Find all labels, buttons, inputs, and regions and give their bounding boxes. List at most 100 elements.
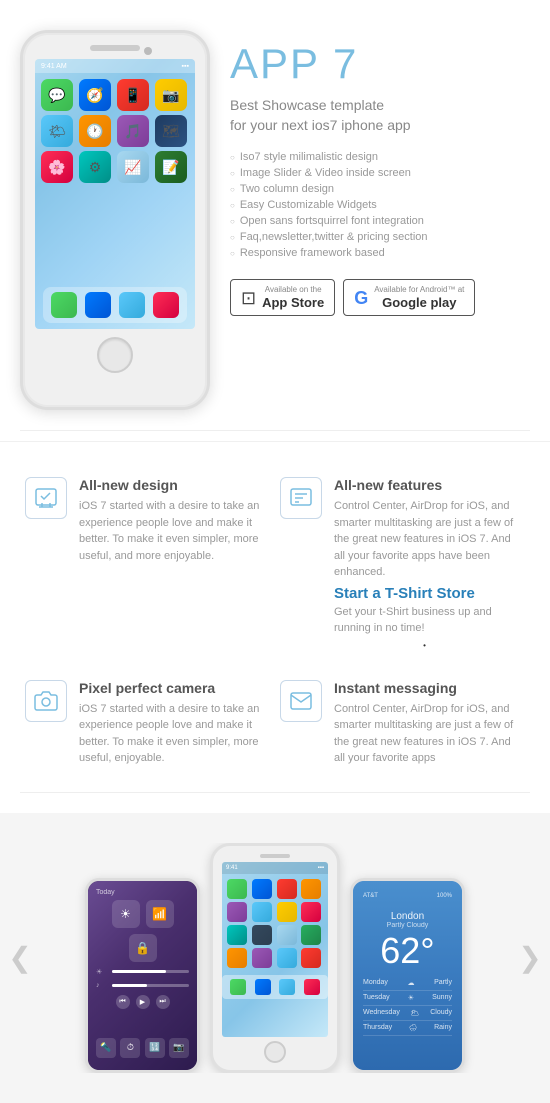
googleplay-avail-text: Available for Android™ at xyxy=(374,285,464,295)
camera-icon-box xyxy=(25,680,67,722)
cs-icon-1 xyxy=(227,879,247,899)
cs-icon-4 xyxy=(301,879,321,899)
dock-messages xyxy=(51,292,77,318)
appstore-icon: ⊡ xyxy=(241,289,256,307)
messaging-title: Instant messaging xyxy=(334,680,515,696)
feature-7: Responsive framework based xyxy=(230,245,530,261)
cs-icon-14 xyxy=(252,948,272,968)
features-desc: Control Center, AirDrop for iOS, and sma… xyxy=(334,498,515,581)
brightness-fill xyxy=(112,970,166,973)
promo-dot: • xyxy=(334,641,515,650)
cs-icon-7 xyxy=(277,902,297,922)
dock-music xyxy=(153,292,179,318)
slider-section: ❮ Today ☀ 📶 🔒 ☀ xyxy=(0,813,550,1103)
store-buttons-group: ⊡ Available on the App Store G Available… xyxy=(230,279,530,316)
battery-icon: ▪▪▪ xyxy=(182,63,189,70)
feature-item-features: All-new features Control Center, AirDrop… xyxy=(275,462,530,665)
play-pause: ▶ xyxy=(136,995,150,1009)
app-icon-camera: 📷 xyxy=(155,79,187,111)
slider-volume: ♪ xyxy=(96,982,189,989)
app-icon-maps: 🗺 xyxy=(155,115,187,147)
feature-2: Image Slider & Video inside screen xyxy=(230,165,530,181)
phone-mockup: 9:41 AM ▪▪▪ 💬 🧭 📱 📷 🌤 🕐 🎵 🗺 🌸 ⚙ 📈 📝 xyxy=(20,30,210,410)
cs-icon-8 xyxy=(301,902,321,922)
app-icon-messages: 💬 xyxy=(41,79,73,111)
phone-screen: 9:41 AM ▪▪▪ 💬 🧭 📱 📷 🌤 🕐 🎵 🗺 🌸 ⚙ 📈 📝 xyxy=(35,59,195,329)
weather-battery: 100% xyxy=(437,893,452,903)
appstore-button[interactable]: ⊡ Available on the App Store xyxy=(230,279,335,316)
cs-icon-12 xyxy=(301,925,321,945)
hero-subtitle: Best Showcase template for your next ios… xyxy=(230,96,530,135)
center-dock xyxy=(222,975,328,999)
playback-controls: ⏮ ▶ ⏭ xyxy=(96,995,189,1009)
design-icon-box xyxy=(25,477,67,519)
flashlight-icon: 🔦 xyxy=(96,1038,116,1058)
control-center-content: Today ☀ 📶 🔒 ☀ ♪ xyxy=(88,881,197,1017)
home-button xyxy=(97,337,133,373)
weather-row-2: Tuesday ☀ Sunny xyxy=(363,994,452,1006)
features-list: Iso7 style milimalistic design Image Sli… xyxy=(230,149,530,261)
volume-track xyxy=(112,984,189,987)
cs-icon-6 xyxy=(252,902,272,922)
center-dock-4 xyxy=(304,979,320,995)
weather-forecast: Monday ☁ Partly Tuesday ☀ Sunny Wednesda… xyxy=(363,979,452,1036)
divider-1 xyxy=(20,430,530,431)
appstore-avail-text: Available on the xyxy=(262,285,324,295)
feature-item-design: All-new design iOS 7 started with a desi… xyxy=(20,462,275,665)
weather-condition: Partly Cloudy xyxy=(363,922,452,929)
promo-link[interactable]: Start a T-Shirt Store xyxy=(334,585,515,602)
center-dock-1 xyxy=(230,979,246,995)
cs-icon-16 xyxy=(301,948,321,968)
googleplay-button[interactable]: G Available for Android™ at Google play xyxy=(343,279,475,316)
app-icon-weather: 🌤 xyxy=(41,115,73,147)
camera-desc: iOS 7 started with a desire to take an e… xyxy=(79,701,260,767)
prev-arrow[interactable]: ❮ xyxy=(0,938,40,978)
bottom-control-icons: 🔦 ⏱ 🔢 📷 xyxy=(88,1034,197,1062)
phone-speaker xyxy=(90,45,140,51)
appstore-label: Available on the App Store xyxy=(262,285,324,310)
hero-text-area: APP 7 Best Showcase template for your ne… xyxy=(230,30,530,316)
weather-statusbar: AT&T 100% xyxy=(363,893,452,903)
features-content: All-new features Control Center, AirDrop… xyxy=(334,477,515,650)
feature-5: Open sans fortsquirrel font integration xyxy=(230,213,530,229)
slider-phone-center: 9:41 ▪▪▪ xyxy=(210,843,340,1073)
features-icon-box xyxy=(280,477,322,519)
promo-sub: Get your t-Shirt business up and running… xyxy=(334,604,515,637)
center-time: 9:41 xyxy=(226,865,238,871)
cs-icon-9 xyxy=(227,925,247,945)
slider-phone-right: AT&T 100% London Partly Cloudy 62° Monda… xyxy=(350,878,465,1073)
dock-safari xyxy=(85,292,111,318)
weather-row-4: Thursday 🌧 Rainy xyxy=(363,1024,452,1036)
dock xyxy=(43,287,187,323)
app-icon-settings: ⚙ xyxy=(79,151,111,183)
timer-icon: ⏱ xyxy=(120,1038,140,1058)
camera-title: Pixel perfect camera xyxy=(79,680,260,696)
feature-4: Easy Customizable Widgets xyxy=(230,197,530,213)
weather-row-3: Wednesday 🌥 Cloudy xyxy=(363,1009,452,1021)
googleplay-label: Available for Android™ at Google play xyxy=(374,285,464,310)
volume-fill xyxy=(112,984,147,987)
app-grid: 💬 🧭 📱 📷 🌤 🕐 🎵 🗺 🌸 ⚙ 📈 📝 xyxy=(35,73,195,189)
design-content: All-new design iOS 7 started with a desi… xyxy=(79,477,260,650)
googleplay-name-text: Google play xyxy=(374,295,464,311)
app-icon-clock: 🕐 xyxy=(79,115,111,147)
camera-content: Pixel perfect camera iOS 7 started with … xyxy=(79,680,260,767)
next-arrow[interactable]: ❯ xyxy=(510,938,550,978)
messaging-desc: Control Center, AirDrop for iOS, and sma… xyxy=(334,701,515,767)
feature-1: Iso7 style milimalistic design xyxy=(230,149,530,165)
feature-3: Two column design xyxy=(230,181,530,197)
cs-icon-10 xyxy=(252,925,272,945)
weather-row-2-icon: ☀ xyxy=(408,994,414,1002)
hero-section: 9:41 AM ▪▪▪ 💬 🧭 📱 📷 🌤 🕐 🎵 🗺 🌸 ⚙ 📈 📝 xyxy=(0,0,550,430)
iphone-device: 9:41 AM ▪▪▪ 💬 🧭 📱 📷 🌤 🕐 🎵 🗺 🌸 ⚙ 📈 📝 xyxy=(20,30,210,410)
brightness-track xyxy=(112,970,189,973)
phone-camera xyxy=(144,47,152,55)
status-bar: 9:41 AM ▪▪▪ xyxy=(35,59,195,73)
center-status-bar: 9:41 ▪▪▪ xyxy=(222,862,328,874)
feature-6: Faq,newsletter,twitter & pricing section xyxy=(230,229,530,245)
app-icon-photos: 🌸 xyxy=(41,151,73,183)
divider-2 xyxy=(20,792,530,793)
weather-city: London xyxy=(363,911,452,922)
feature-item-messaging: Instant messaging Control Center, AirDro… xyxy=(275,665,530,782)
prev-track: ⏮ xyxy=(116,995,130,1009)
